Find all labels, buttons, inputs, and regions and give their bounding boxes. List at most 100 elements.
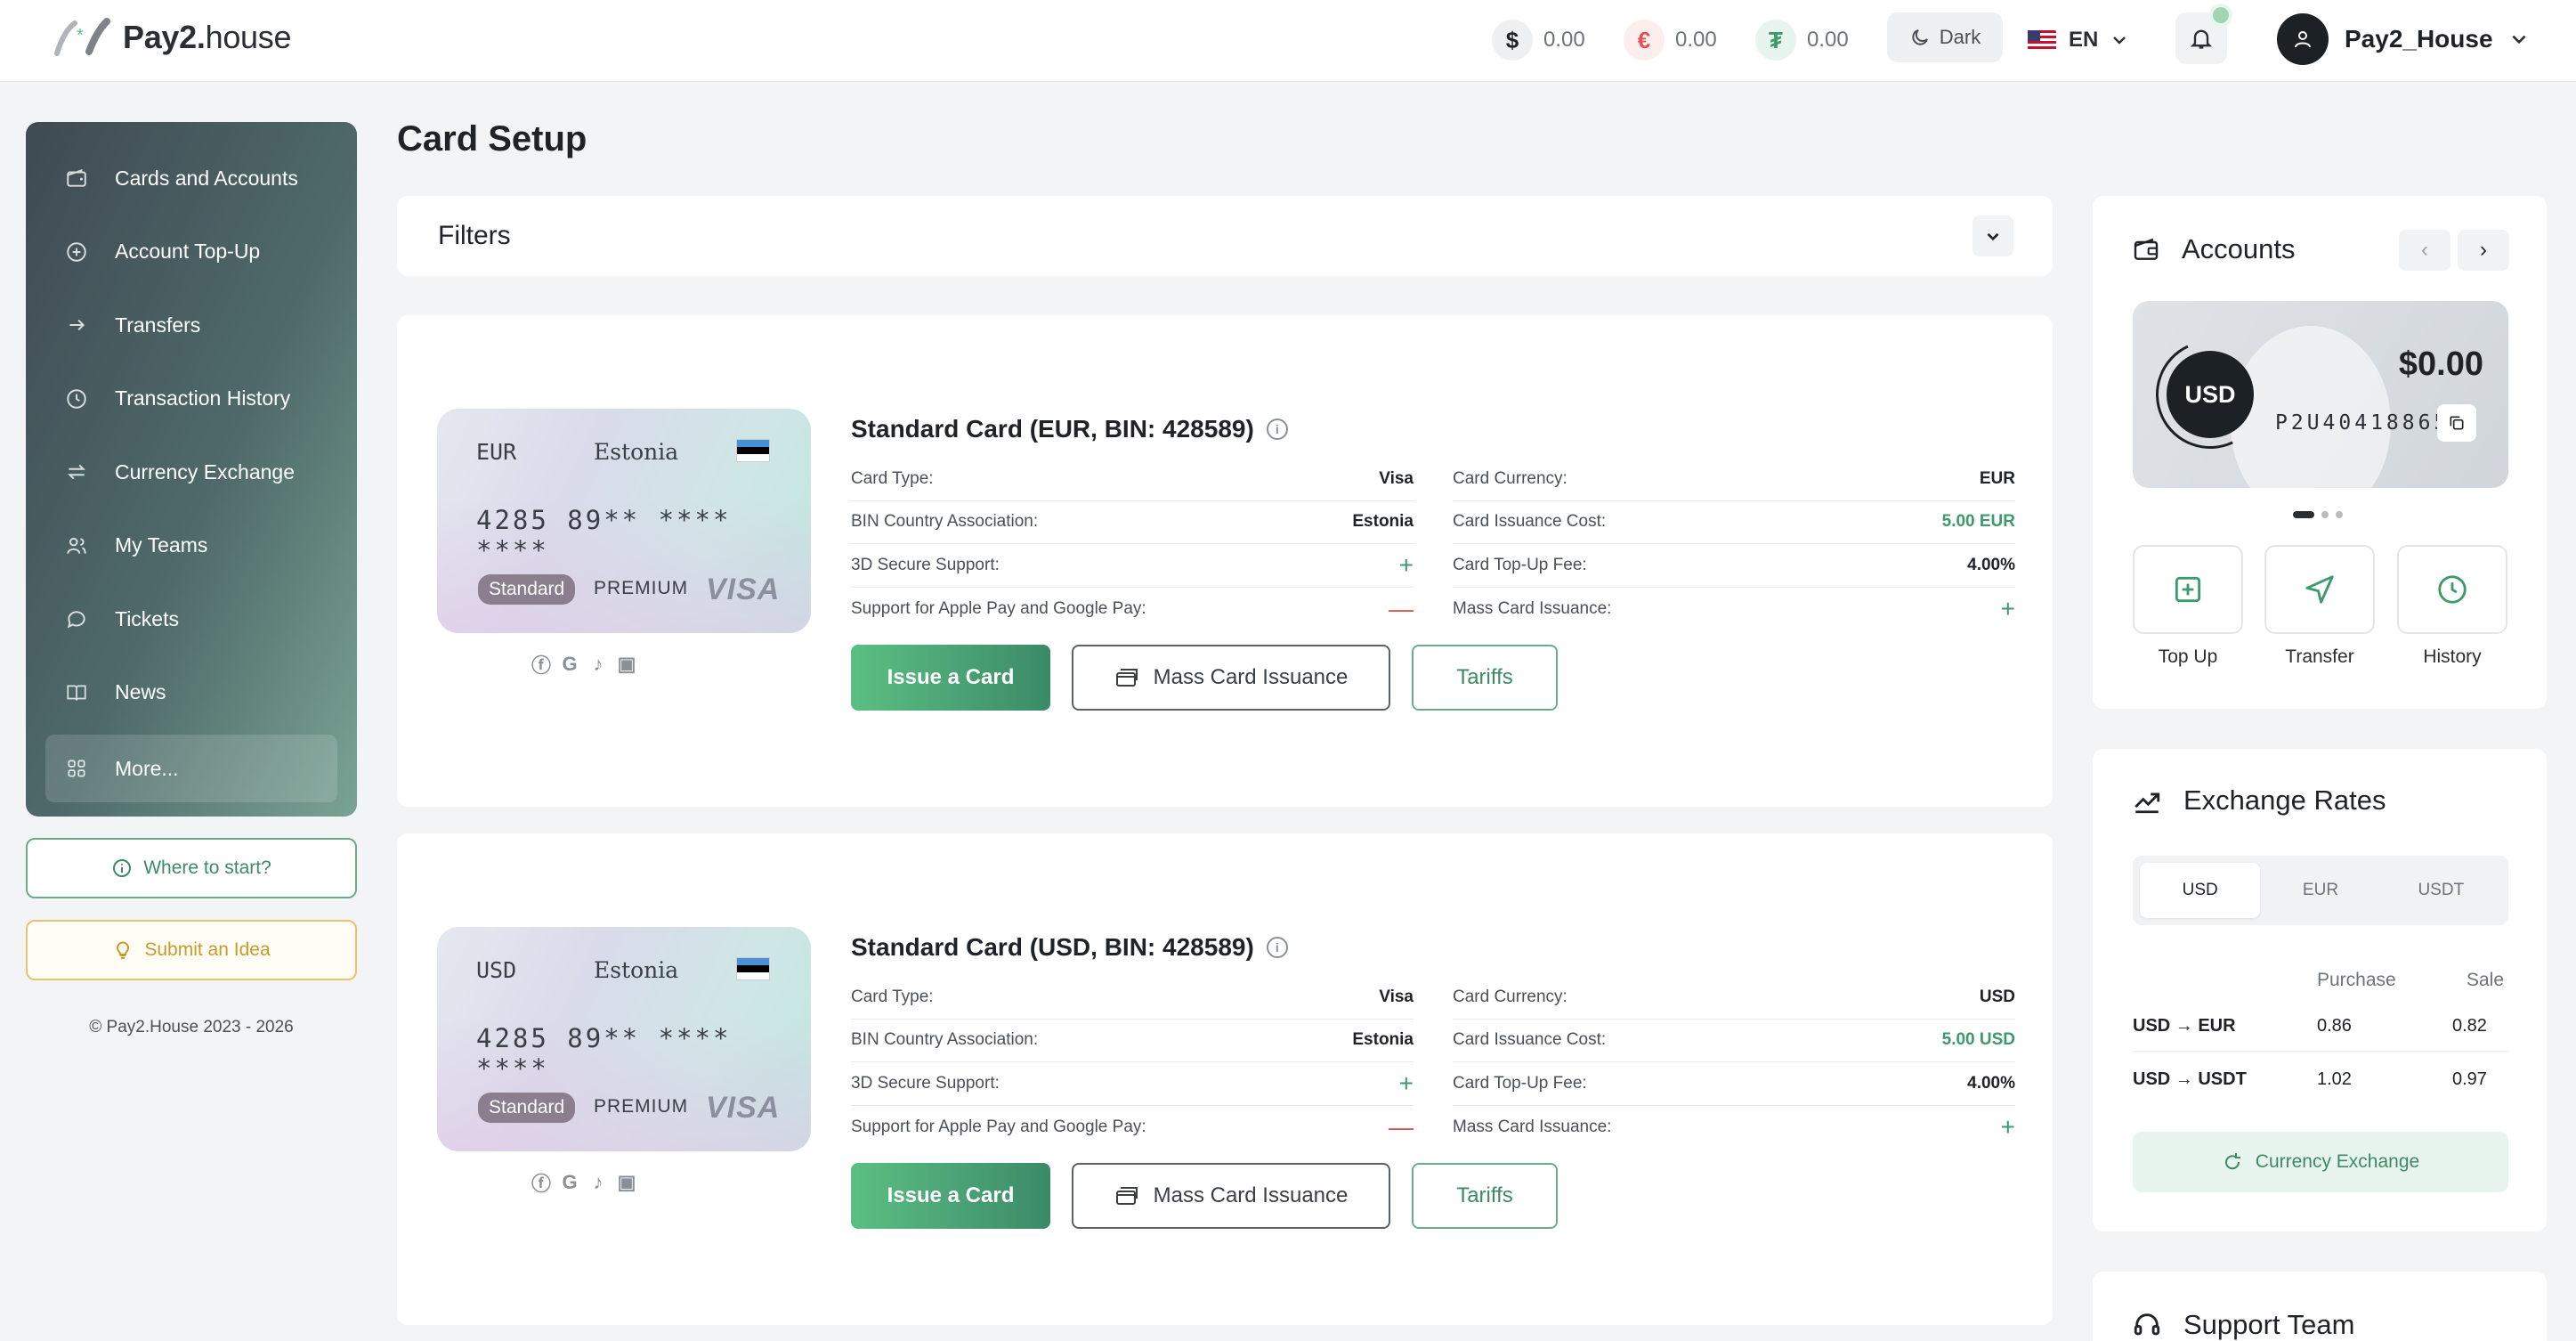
sidebar-item-transfers[interactable]: Transfers (26, 289, 357, 362)
facebook-icon: ⓕ (531, 654, 551, 677)
tariffs-button[interactable]: Tariffs (1412, 645, 1558, 711)
sidebar-item-label: My Teams (115, 533, 208, 557)
history-action[interactable]: History (2397, 545, 2507, 668)
spec-label: Card Type: (851, 987, 934, 1006)
sidebar-item-account-top-up[interactable]: Account Top-Up (26, 215, 357, 289)
app-icon: ▣ (617, 653, 636, 675)
mass-card-issuance-button[interactable]: Mass Card Issuance (1072, 1163, 1390, 1229)
info-icon[interactable]: i (1266, 937, 1288, 958)
top-bar: * Pay2.house $ 0.00 € 0.00 ₮ 0.00 Dark E… (0, 0, 2576, 82)
carousel-dot[interactable] (2321, 511, 2329, 518)
spec-label: Card Issuance Cost: (1453, 512, 1607, 532)
card-image-tier: PREMIUM (594, 1096, 689, 1117)
arrow-right-icon (65, 313, 88, 337)
minus-icon: — (1389, 1112, 1414, 1141)
tether-icon: ₮ (1755, 20, 1796, 61)
username: Pay2_House (2345, 25, 2493, 53)
where-to-start-button[interactable]: Where to start? (26, 838, 357, 898)
user-icon (2295, 31, 2311, 48)
tiktok-icon: ♪ (593, 653, 603, 675)
spec-label: Card Currency: (1453, 468, 1567, 488)
accounts-prev-button[interactable]: ‹ (2399, 230, 2450, 271)
mass-card-issuance-button[interactable]: Mass Card Issuance (1072, 645, 1390, 711)
balance-usdt-value: 0.00 (1807, 28, 1849, 52)
account-card[interactable]: USD $0.00 P2U40418865 (2133, 301, 2508, 488)
google-icon: G (562, 1171, 578, 1193)
supported-services: ⓕ G ♪ ▣ (531, 653, 637, 677)
avatar (2277, 13, 2329, 65)
balance-usd[interactable]: $ 0.00 (1492, 18, 1585, 62)
rate-pair: USD → EUR (2133, 1016, 2236, 1036)
notifications-button[interactable] (2175, 4, 2232, 64)
spec-value: Estonia (1352, 512, 1414, 532)
spec-row: Card Issuance Cost: 5.00 EUR (1453, 501, 2015, 544)
sidebar-item-news[interactable]: News (26, 656, 357, 730)
rate-purchase: 0.86 (2317, 1016, 2352, 1036)
account-balance: $0.00 (2398, 345, 2483, 383)
copyright: © Pay2.House 2023 - 2026 (89, 1018, 294, 1036)
transfer-button[interactable] (2264, 545, 2375, 634)
submit-idea-button[interactable]: Submit an Idea (26, 920, 357, 980)
sidebar-item-more[interactable]: More... (45, 735, 337, 802)
theme-toggle-button[interactable]: Dark (1887, 12, 2003, 62)
logo[interactable]: * Pay2.house (53, 18, 291, 57)
svg-text:*: * (77, 26, 84, 45)
sidebar-item-transaction-history[interactable]: Transaction History (26, 362, 357, 436)
sidebar-item-my-teams[interactable]: My Teams (26, 509, 357, 583)
spec-label: Support for Apple Pay and Google Pay: (851, 1117, 1146, 1136)
support-panel: Support Team (2093, 1272, 2547, 1341)
card-image-currency: EUR (476, 439, 517, 465)
filters-panel[interactable]: Filters (397, 196, 2053, 276)
sidebar-item-cards-and-accounts[interactable]: Cards and Accounts (26, 142, 357, 215)
transfer-action[interactable]: Transfer (2264, 545, 2375, 668)
sale-column-header: Sale (2467, 970, 2505, 990)
balance-eur-value: 0.00 (1675, 28, 1717, 52)
filters-label: Filters (438, 221, 511, 250)
tab-usdt[interactable]: USDT (2381, 863, 2501, 918)
accounts-next-button[interactable]: › (2458, 230, 2509, 271)
history-button[interactable] (2397, 545, 2507, 634)
balance-eur[interactable]: € 0.00 (1624, 18, 1717, 62)
issue-card-button[interactable]: Issue a Card (851, 1163, 1050, 1229)
filters-toggle-button[interactable] (1973, 215, 2013, 256)
info-icon[interactable]: i (1266, 419, 1288, 440)
spec-label: Card Currency: (1453, 987, 1567, 1006)
sidebar-item-currency-exchange[interactable]: Currency Exchange (26, 435, 357, 509)
carousel-dot[interactable] (2336, 511, 2343, 518)
history-label: History (2423, 646, 2482, 667)
issue-card-button[interactable]: Issue a Card (851, 645, 1050, 711)
book-icon (65, 681, 88, 704)
sidebar-item-tickets[interactable]: Tickets (26, 582, 357, 656)
rate-row: USD → EUR 0.86 0.82 (2133, 998, 2508, 1052)
submit-idea-label: Submit an Idea (144, 939, 271, 960)
language-selector[interactable]: EN (2028, 18, 2128, 62)
tab-usd[interactable]: USD (2140, 863, 2261, 918)
spec-row: Card Currency: USD (1453, 976, 2015, 1020)
headset-icon (2134, 1313, 2160, 1336)
card-title: Standard Card (USD, BIN: 428589) i (851, 933, 1288, 962)
plus-square-icon (2175, 576, 2201, 603)
mass-card-issuance-label: Mass Card Issuance (1153, 1183, 1349, 1207)
top-up-action[interactable]: Top Up (2133, 545, 2243, 668)
carousel-dot-active[interactable] (2293, 511, 2314, 518)
chevron-down-icon (2512, 35, 2526, 45)
balance-usdt[interactable]: ₮ 0.00 (1755, 18, 1849, 62)
card-image: EUR Estonia 4285 89** **** **** Standard… (437, 409, 811, 633)
users-icon (65, 534, 88, 557)
logo-text: Pay2.house (123, 19, 292, 55)
rate-sale: 0.82 (2452, 1016, 2487, 1036)
spec-row: Card Type: Visa (851, 458, 1414, 501)
sidebar-item-label: News (115, 680, 166, 704)
user-menu[interactable]: Pay2_House (2277, 12, 2529, 66)
balance-usd-value: 0.00 (1543, 28, 1585, 52)
facebook-icon: ⓕ (531, 1173, 551, 1195)
sidebar-item-label: Cards and Accounts (115, 166, 298, 190)
tab-eur[interactable]: EUR (2260, 863, 2380, 918)
copy-account-id-button[interactable] (2437, 404, 2476, 442)
info-icon (113, 859, 132, 877)
currency-exchange-button[interactable]: Currency Exchange (2133, 1132, 2508, 1192)
tariffs-button[interactable]: Tariffs (1412, 1163, 1558, 1229)
card-image-country: Estonia (594, 957, 679, 983)
top-up-button[interactable] (2133, 545, 2243, 634)
spec-value: 4.00% (1967, 1073, 2015, 1093)
